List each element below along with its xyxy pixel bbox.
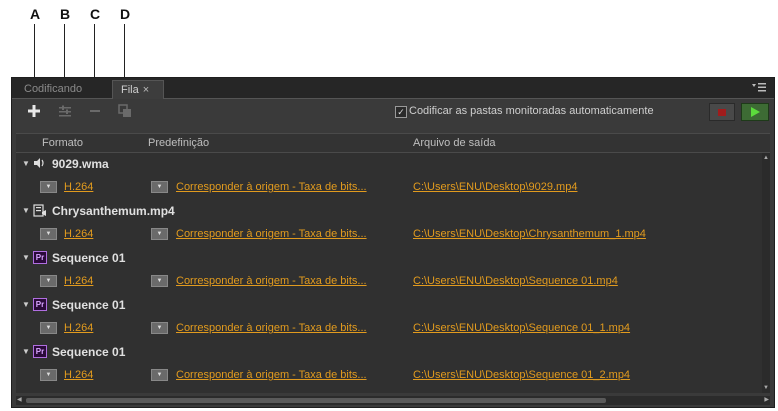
callout-a: A (30, 6, 41, 22)
format-link[interactable]: H.264 (64, 322, 93, 334)
source-name: 9029.wma (52, 157, 109, 171)
format-link[interactable]: H.264 (64, 275, 93, 287)
preset-dropdown[interactable]: ▼ (151, 322, 168, 334)
expand-triangle-icon[interactable]: ▼ (22, 300, 30, 309)
scroll-up-icon[interactable]: ▲ (763, 155, 769, 161)
preset-link[interactable]: Corresponder à origem - Taxa de bits... (176, 275, 367, 287)
preset-dropdown[interactable]: ▼ (151, 369, 168, 381)
preset-dropdown[interactable]: ▼ (151, 181, 168, 193)
horizontal-scrollbar[interactable]: ◀ ▶ (16, 396, 770, 405)
preset-dropdown[interactable]: ▼ (151, 275, 168, 287)
output-path-link[interactable]: C:\Users\ENU\Desktop\9029.mp4 (413, 181, 577, 193)
format-dropdown[interactable]: ▼ (40, 275, 57, 287)
toolbar: ✓ Codificar as pastas monitoradas automa… (12, 99, 774, 125)
queue-output-row[interactable]: ▼ H.264 ▼ Corresponder à origem - Taxa d… (16, 270, 762, 294)
queue-source-row[interactable]: ▼ Pr Sequence 01 (16, 247, 762, 270)
expand-triangle-icon[interactable]: ▼ (22, 253, 30, 262)
premiere-icon: Pr (33, 251, 47, 264)
column-preset[interactable]: Predefinição (148, 134, 209, 152)
start-queue-button[interactable] (741, 103, 769, 121)
tab-encoding-label: Codificando (24, 83, 83, 95)
queue-output-row[interactable]: ▼ H.264 ▼ Corresponder à origem - Taxa d… (16, 364, 762, 388)
premiere-icon: Pr (33, 298, 47, 311)
auto-encode-checkbox[interactable]: ✓ (395, 106, 407, 118)
output-path-link[interactable]: C:\Users\ENU\Desktop\Sequence 01.mp4 (413, 275, 618, 287)
source-name: Sequence 01 (52, 251, 126, 265)
preset-link[interactable]: Corresponder à origem - Taxa de bits... (176, 181, 367, 193)
queue-output-row[interactable]: ▼ H.264 ▼ Corresponder à origem - Taxa d… (16, 317, 762, 341)
callout-d: D (120, 6, 131, 22)
source-name: Chrysanthemum.mp4 (52, 204, 175, 218)
scroll-left-icon[interactable]: ◀ (17, 396, 22, 403)
minus-icon[interactable] (87, 104, 103, 120)
queue-source-row[interactable]: ▼ Chrysanthemum.mp4 (16, 200, 762, 223)
audio-icon (33, 157, 47, 170)
queue-output-row[interactable]: ▼ H.264 ▼ Corresponder à origem - Taxa d… (16, 223, 762, 247)
queue-panel: Codificando Fila × ✓ Codificar as pastas … (11, 77, 775, 408)
plus-icon[interactable] (26, 104, 42, 120)
stop-queue-button[interactable] (709, 103, 735, 121)
queue-source-row[interactable]: ▼ Pr Sequence 01 (16, 341, 762, 364)
close-icon[interactable]: × (143, 84, 149, 96)
video-file-icon (33, 204, 47, 217)
queue-source-row[interactable]: ▼ Pr Sequence 01 (16, 294, 762, 317)
expand-triangle-icon[interactable]: ▼ (22, 206, 30, 215)
queue-output-row[interactable]: ▼ H.264 ▼ Corresponder à origem - Taxa d… (16, 176, 762, 200)
format-link[interactable]: H.264 (64, 228, 93, 240)
duplicate-icon[interactable] (117, 104, 133, 120)
source-name: Sequence 01 (52, 345, 126, 359)
output-path-link[interactable]: C:\Users\ENU\Desktop\Sequence 01_2.mp4 (413, 369, 630, 381)
column-format[interactable]: Formato (42, 134, 83, 152)
format-dropdown[interactable]: ▼ (40, 181, 57, 193)
callout-b: B (60, 6, 71, 22)
preset-link[interactable]: Corresponder à origem - Taxa de bits... (176, 369, 367, 381)
format-dropdown[interactable]: ▼ (40, 322, 57, 334)
auto-encode-label: Codificar as pastas monitoradas automati… (409, 105, 654, 117)
preset-link[interactable]: Corresponder à origem - Taxa de bits... (176, 228, 367, 240)
premiere-icon: Pr (33, 345, 47, 358)
scroll-down-icon[interactable]: ▼ (763, 385, 769, 391)
stop-icon (718, 109, 726, 116)
source-settings-icon[interactable] (57, 104, 73, 120)
queue-list: ▼ 9029.wma ▼ H.264 ▼ Corresponder à orig… (16, 153, 762, 393)
tab-bar: Codificando Fila × (12, 78, 774, 99)
vertical-scrollbar[interactable]: ▲ ▼ (762, 153, 770, 393)
column-headers: Formato Predefinição Arquivo de saída (16, 133, 770, 153)
scrollbar-thumb[interactable] (26, 398, 606, 403)
source-name: Sequence 01 (52, 298, 126, 312)
preset-link[interactable]: Corresponder à origem - Taxa de bits... (176, 322, 367, 334)
expand-triangle-icon[interactable]: ▼ (22, 159, 30, 168)
format-dropdown[interactable]: ▼ (40, 228, 57, 240)
preset-dropdown[interactable]: ▼ (151, 228, 168, 240)
format-link[interactable]: H.264 (64, 369, 93, 381)
callout-c: C (90, 6, 101, 22)
tab-encoding[interactable]: Codificando (16, 80, 104, 99)
output-path-link[interactable]: C:\Users\ENU\Desktop\Sequence 01_1.mp4 (413, 322, 630, 334)
tab-queue-label: Fila (121, 84, 139, 96)
format-dropdown[interactable]: ▼ (40, 369, 57, 381)
queue-source-row[interactable]: ▼ 9029.wma (16, 153, 762, 176)
column-output[interactable]: Arquivo de saída (413, 134, 496, 152)
play-icon (751, 107, 760, 117)
panel-menu-icon[interactable] (752, 82, 766, 94)
tab-queue[interactable]: Fila × (112, 80, 164, 99)
expand-triangle-icon[interactable]: ▼ (22, 347, 30, 356)
output-path-link[interactable]: C:\Users\ENU\Desktop\Chrysanthemum_1.mp4 (413, 228, 646, 240)
format-link[interactable]: H.264 (64, 181, 93, 193)
scroll-right-icon[interactable]: ▶ (764, 396, 769, 403)
